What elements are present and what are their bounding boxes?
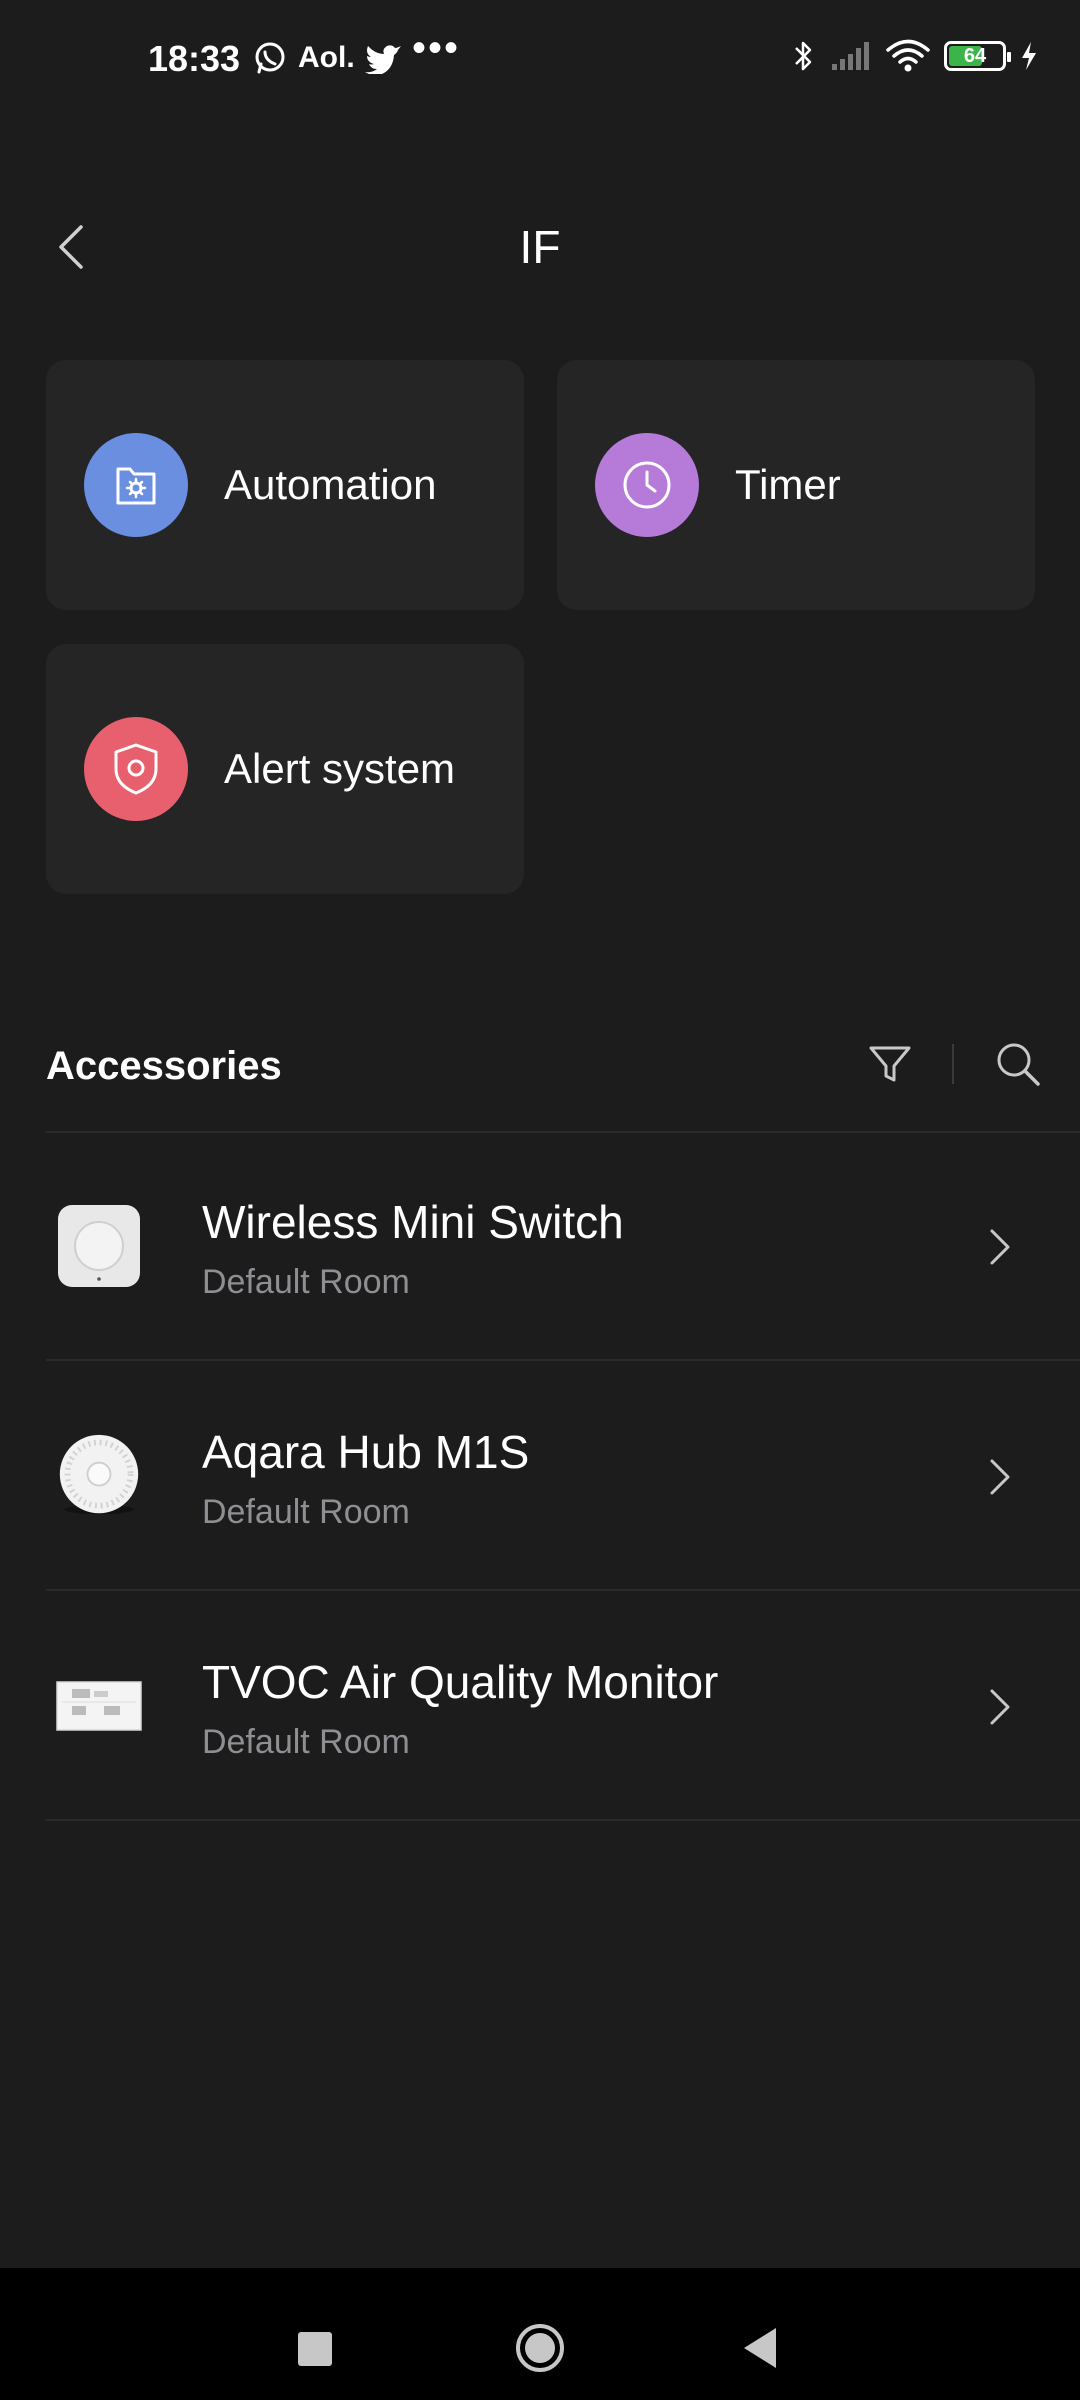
timer-card[interactable]: Timer xyxy=(557,360,1035,610)
timer-label: Timer xyxy=(735,461,841,508)
system-icons: 64 xyxy=(792,38,1038,74)
hub-thumbnail xyxy=(56,1433,142,1519)
more-notifications-icon: ••• xyxy=(412,26,461,70)
navigation-bar xyxy=(0,2268,1080,2400)
page-title: IF xyxy=(519,221,561,273)
air-monitor-thumbnail xyxy=(56,1663,142,1749)
twitter-icon xyxy=(364,45,401,74)
accessory-room: Default Room xyxy=(202,1263,410,1301)
filter-icon xyxy=(869,1046,911,1082)
whatsapp-icon xyxy=(255,42,285,74)
accessory-room: Default Room xyxy=(202,1493,410,1531)
status-bar: 18:33 Aol. ••• 64 xyxy=(0,0,1080,120)
chevron-right-icon xyxy=(980,1681,1020,1733)
home-button[interactable] xyxy=(514,2322,566,2374)
accessory-item-aqara-hub[interactable]: Aqara Hub M1S Default Room xyxy=(46,1363,1080,1591)
charging-icon xyxy=(1022,42,1036,70)
battery-icon: 64 xyxy=(944,41,1011,71)
status-time: 18:33 xyxy=(148,38,241,79)
automation-icon xyxy=(84,433,188,537)
alert-system-card[interactable]: Alert system xyxy=(46,644,524,894)
alert-system-label: Alert system xyxy=(224,745,456,792)
screen: 18:33 Aol. ••• 64 IF Automation Timer Al… xyxy=(0,0,1080,2400)
header-divider xyxy=(952,1044,954,1084)
chevron-right-icon xyxy=(980,1451,1020,1503)
search-icon xyxy=(997,1043,1040,1086)
filter-button[interactable] xyxy=(862,1036,918,1092)
automation-label: Automation xyxy=(224,461,437,508)
bluetooth-icon xyxy=(795,41,812,71)
aol-icon: Aol. xyxy=(298,41,355,74)
accessory-item-tvoc-monitor[interactable]: TVOC Air Quality Monitor Default Room xyxy=(46,1593,1080,1821)
cellular-signal-icon xyxy=(832,42,869,70)
shield-icon xyxy=(84,717,188,821)
accessories-title: Accessories xyxy=(46,1044,282,1088)
accessory-name: Aqara Hub M1S xyxy=(202,1426,530,1478)
wifi-icon xyxy=(886,39,930,72)
accessory-name: TVOC Air Quality Monitor xyxy=(202,1656,719,1708)
search-button[interactable] xyxy=(990,1036,1046,1092)
battery-level: 64 xyxy=(963,45,987,67)
accessory-room: Default Room xyxy=(202,1723,410,1761)
recents-button[interactable] xyxy=(298,2332,332,2366)
chevron-right-icon xyxy=(980,1221,1020,1273)
clock-icon xyxy=(595,433,699,537)
nav-back-button[interactable] xyxy=(740,2324,780,2372)
notification-icons: Aol. xyxy=(252,40,403,76)
battery-cap xyxy=(1007,52,1011,62)
wireless-switch-thumbnail xyxy=(56,1203,142,1289)
automation-card[interactable]: Automation xyxy=(46,360,524,610)
accessory-name: Wireless Mini Switch xyxy=(202,1196,624,1248)
accessory-item-wireless-mini-switch[interactable]: Wireless Mini Switch Default Room xyxy=(46,1133,1080,1361)
